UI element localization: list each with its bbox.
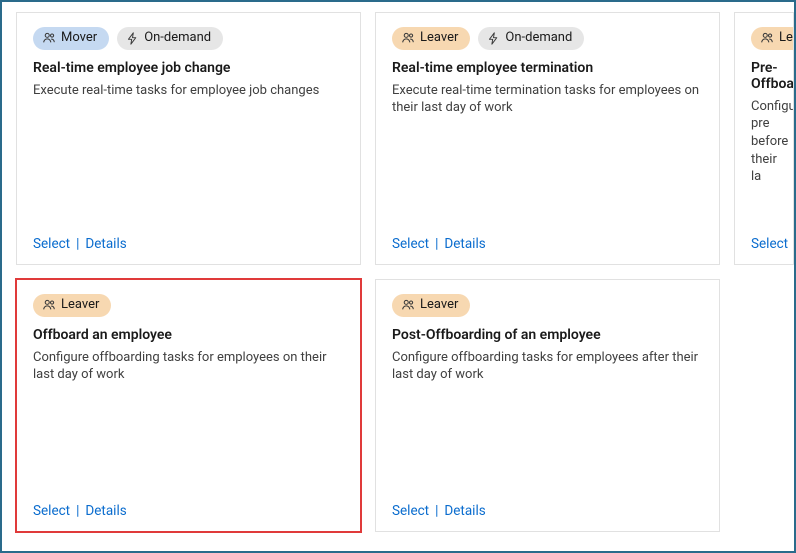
details-link[interactable]: Details — [85, 236, 126, 252]
select-link[interactable]: Select — [751, 236, 788, 252]
card-actions: Select | Details — [33, 503, 344, 519]
workflow-card-post-offboard: Leaver Post-Offboarding of an employee Con… — [375, 279, 720, 532]
details-link[interactable]: Details — [85, 503, 126, 519]
workflow-card-termination: Leaver On-demand Real-time employee termin… — [375, 12, 720, 265]
select-link[interactable]: Select — [33, 503, 70, 519]
tag-label: Leaver — [420, 297, 458, 314]
tag-label: On-demand — [144, 30, 211, 47]
card-title: Pre-Offboard — [751, 60, 777, 92]
card-title: Offboard an employee — [33, 327, 344, 343]
select-link[interactable]: Select — [392, 503, 429, 519]
tags-row: Leaver — [392, 294, 703, 317]
ondemand-tag: On-demand — [117, 27, 223, 50]
card-description: Configure offboarding tasks for employee… — [392, 349, 703, 384]
people-icon — [401, 298, 415, 312]
bolt-icon — [126, 32, 139, 45]
tag-label: On-demand — [505, 30, 572, 47]
card-description: Configure offboarding tasks for employee… — [33, 349, 344, 384]
details-link[interactable]: Details — [444, 236, 485, 252]
leaver-tag: Leaver — [392, 27, 470, 50]
tag-label: Leaver — [61, 297, 99, 314]
card-actions: Select|Details — [751, 236, 777, 252]
people-icon — [760, 31, 774, 45]
action-separator: | — [76, 236, 79, 252]
card-description: Configure pre before their la — [751, 98, 777, 186]
details-link[interactable]: Details — [444, 503, 485, 519]
leaver-tag: Leaver — [751, 27, 794, 50]
tags-row: Mover On-demand — [33, 27, 344, 50]
card-title: Post-Offboarding of an employee — [392, 327, 703, 343]
card-title: Real-time employee job change — [33, 60, 344, 76]
leaver-tag: Leaver — [392, 294, 470, 317]
tag-label: Leaver — [779, 30, 794, 47]
card-description: Execute real-time tasks for employee job… — [33, 82, 344, 100]
workflow-card-pre-offboard: LeaverPre-OffboardConfigure pre before t… — [734, 12, 794, 265]
tags-row: Leaver On-demand — [392, 27, 703, 50]
people-icon — [42, 298, 56, 312]
bolt-icon — [487, 32, 500, 45]
card-description: Execute real-time termination tasks for … — [392, 82, 703, 117]
tags-row: Leaver — [33, 294, 344, 317]
action-separator: | — [435, 503, 438, 519]
select-link[interactable]: Select — [33, 236, 70, 252]
tags-row: Leaver — [751, 27, 777, 50]
select-link[interactable]: Select — [392, 236, 429, 252]
leaver-tag: Leaver — [33, 294, 111, 317]
people-icon — [401, 31, 415, 45]
tag-label: Mover — [61, 30, 97, 47]
action-separator: | — [76, 503, 79, 519]
card-actions: Select | Details — [392, 236, 703, 252]
mover-tag: Mover — [33, 27, 109, 50]
action-separator: | — [435, 236, 438, 252]
workflow-card-offboard: Leaver Offboard an employee Configure offb… — [16, 279, 361, 532]
card-title: Real-time employee termination — [392, 60, 703, 76]
cards-container: Mover On-demand Real-time employee job cha… — [2, 2, 794, 532]
card-actions: Select | Details — [392, 503, 703, 519]
card-actions: Select | Details — [33, 236, 344, 252]
workflow-card-job-change: Mover On-demand Real-time employee job cha… — [16, 12, 361, 265]
tag-label: Leaver — [420, 30, 458, 47]
ondemand-tag: On-demand — [478, 27, 584, 50]
people-icon — [42, 31, 56, 45]
